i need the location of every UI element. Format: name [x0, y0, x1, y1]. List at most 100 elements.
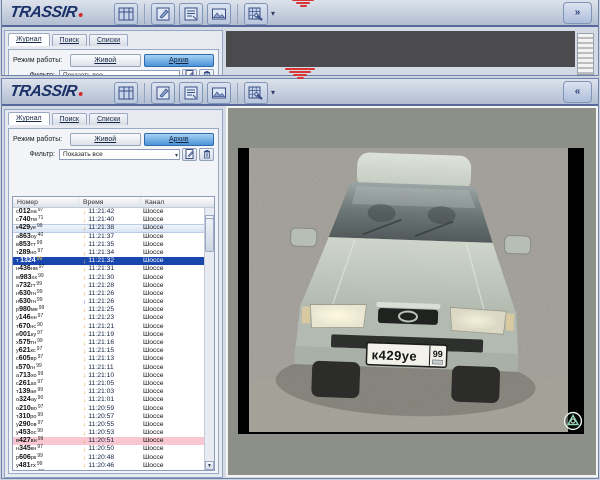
- settings-grid-button[interactable]: [244, 82, 268, 104]
- filter-select[interactable]: Показать все ▾: [59, 70, 180, 77]
- logo-text: TRASSIR: [9, 83, 78, 100]
- plate-cell: в427вн99: [13, 437, 79, 445]
- plate-cell: р980ме99: [13, 306, 79, 314]
- image-frames-button[interactable]: [207, 82, 231, 104]
- new-filter-button[interactable]: [182, 148, 197, 161]
- channel-cell: Шоссе: [141, 339, 204, 347]
- direction-down-icon: ↓: [83, 397, 86, 404]
- time-cell: ↓11:20:55: [79, 421, 141, 429]
- scrollbar-thumb[interactable]: [205, 218, 214, 252]
- column-channel[interactable]: Канал: [141, 197, 214, 207]
- live-mode-button[interactable]: Живой: [70, 133, 141, 146]
- event-time: 11:21:11: [88, 364, 113, 372]
- plate-cell: т 132499: [13, 257, 79, 265]
- report-list-button[interactable]: [179, 3, 203, 25]
- drag-down-indicator[interactable]: [284, 68, 316, 79]
- plate-region-sup: 97: [39, 264, 45, 270]
- settings-dropdown-caret-icon[interactable]: ▾: [271, 9, 275, 18]
- channel-cell: Шоссе: [141, 364, 204, 372]
- tab-search[interactable]: Поиск: [52, 34, 87, 46]
- channel-cell: Шоссе: [141, 208, 204, 216]
- collapse-panel-button[interactable]: «: [563, 81, 592, 103]
- plate-table: Номер Время Канал с012на97↓11:21:42Шоссе…: [12, 196, 215, 471]
- live-mode-button[interactable]: Живой: [70, 54, 141, 67]
- channel-cell: Шоссе: [141, 314, 204, 322]
- channel-cell: Шоссе: [141, 306, 204, 314]
- toolbar: TRASSIR ▾ «: [2, 79, 598, 106]
- journal-panel: Журнал Поиск Списки Режим работы: Живой …: [4, 30, 223, 76]
- logo-dot-icon: [78, 13, 83, 17]
- archive-mode-button[interactable]: Архив: [144, 54, 215, 67]
- event-time: 11:20:55: [88, 421, 114, 429]
- journal-tabpanel: Режим работы: Живой Архив Фильтр: Показа…: [8, 49, 219, 76]
- toolbar-divider: [144, 4, 145, 24]
- delete-filter-button[interactable]: [199, 69, 214, 77]
- channel-cell: Шоссе: [141, 380, 204, 388]
- column-time[interactable]: Время: [79, 197, 141, 207]
- scroll-down-button[interactable]: ▼: [205, 461, 214, 470]
- plate-cell: а863оу40: [13, 233, 79, 241]
- mode-label: Режим работы:: [13, 136, 67, 143]
- plate-cell: т139ае99: [13, 388, 79, 396]
- edit-note-button[interactable]: [151, 3, 175, 25]
- time-cell: ↓11:21:37: [79, 233, 141, 241]
- image-frames-button[interactable]: [207, 3, 231, 25]
- video-panel[interactable]: к429уе 99: [226, 106, 598, 477]
- settings-grid-button[interactable]: [244, 3, 268, 25]
- archive-timeline-strip[interactable]: [577, 33, 594, 75]
- logo-text: TRASSIR: [9, 4, 78, 21]
- direction-down-icon: ↓: [83, 274, 86, 281]
- channel-cell: Шоссе: [141, 331, 204, 339]
- tab-lists[interactable]: Списки: [89, 34, 128, 46]
- car-snapshot: к429уе 99: [249, 148, 568, 432]
- select-caret-icon: ▾: [175, 72, 178, 77]
- plate-region-sup: 40: [38, 232, 44, 238]
- delete-filter-button[interactable]: [199, 148, 214, 161]
- table-scrollbar[interactable]: ▲ ▼: [204, 208, 214, 470]
- time-cell: ↓11:21:10: [79, 372, 141, 380]
- filter-value: Показать все: [63, 72, 103, 77]
- tab-lists[interactable]: Списки: [89, 113, 128, 125]
- archive-mode-button[interactable]: Архив: [144, 133, 215, 146]
- report-list-button[interactable]: [179, 82, 203, 104]
- tab-journal[interactable]: Журнал: [8, 33, 50, 46]
- time-cell: ↓11:20:59: [79, 405, 141, 413]
- plate-table-body: с012на97↓11:21:42Шоссес740тм71↓11:21:40Ш…: [13, 208, 204, 470]
- event-time: 11:20:57: [88, 413, 114, 421]
- settings-dropdown-caret-icon[interactable]: ▾: [271, 88, 275, 97]
- time-cell: ↓11:21:15: [79, 347, 141, 355]
- tab-journal[interactable]: Журнал: [8, 112, 50, 125]
- tab-bar: Журнал Поиск Списки: [5, 110, 222, 126]
- tab-search[interactable]: Поиск: [52, 113, 87, 125]
- plate-cell: н630гн99: [13, 298, 79, 306]
- license-plate: к429уе 99: [366, 343, 447, 368]
- direction-down-icon: ↓: [83, 413, 86, 420]
- edit-note-button[interactable]: [151, 82, 175, 104]
- camera-grid-button[interactable]: [114, 3, 138, 25]
- window-top: TRASSIR ▾ » Журнал Поиск Списки Ре: [1, 0, 599, 76]
- event-time: 11:21:30: [88, 274, 114, 282]
- time-cell: ↓11:20:50: [79, 445, 141, 453]
- camera-footage: к429уе 99: [238, 148, 584, 434]
- drag-down-indicator[interactable]: [287, 0, 319, 7]
- column-plate[interactable]: Номер: [13, 197, 79, 207]
- direction-down-icon: ↓: [83, 356, 86, 363]
- plate-cell: к570гн99: [13, 364, 79, 372]
- plate-region-sup: 99: [37, 461, 43, 467]
- new-filter-button[interactable]: [182, 69, 197, 77]
- event-time: 11:21:16: [88, 339, 114, 347]
- filter-select[interactable]: Показать все▾: [59, 149, 180, 160]
- camera-grid-button[interactable]: [114, 82, 138, 104]
- event-time: 11:21:01: [88, 396, 114, 404]
- expand-panel-button[interactable]: »: [563, 2, 592, 24]
- time-cell: ↓11:21:21: [79, 323, 141, 331]
- plate-region-sup: 90: [37, 322, 43, 328]
- direction-down-icon: ↓: [83, 250, 86, 257]
- event-time: 11:21:32: [88, 257, 114, 265]
- channel-cell: Шоссе: [141, 413, 204, 421]
- plate-region-sup: 97: [37, 330, 43, 336]
- plate-cell: т289но97: [13, 249, 79, 257]
- plate-cell: к429уе99: [13, 224, 79, 232]
- channel-cell: Шоссе: [141, 372, 204, 380]
- time-cell: ↑11:21:26: [79, 298, 141, 306]
